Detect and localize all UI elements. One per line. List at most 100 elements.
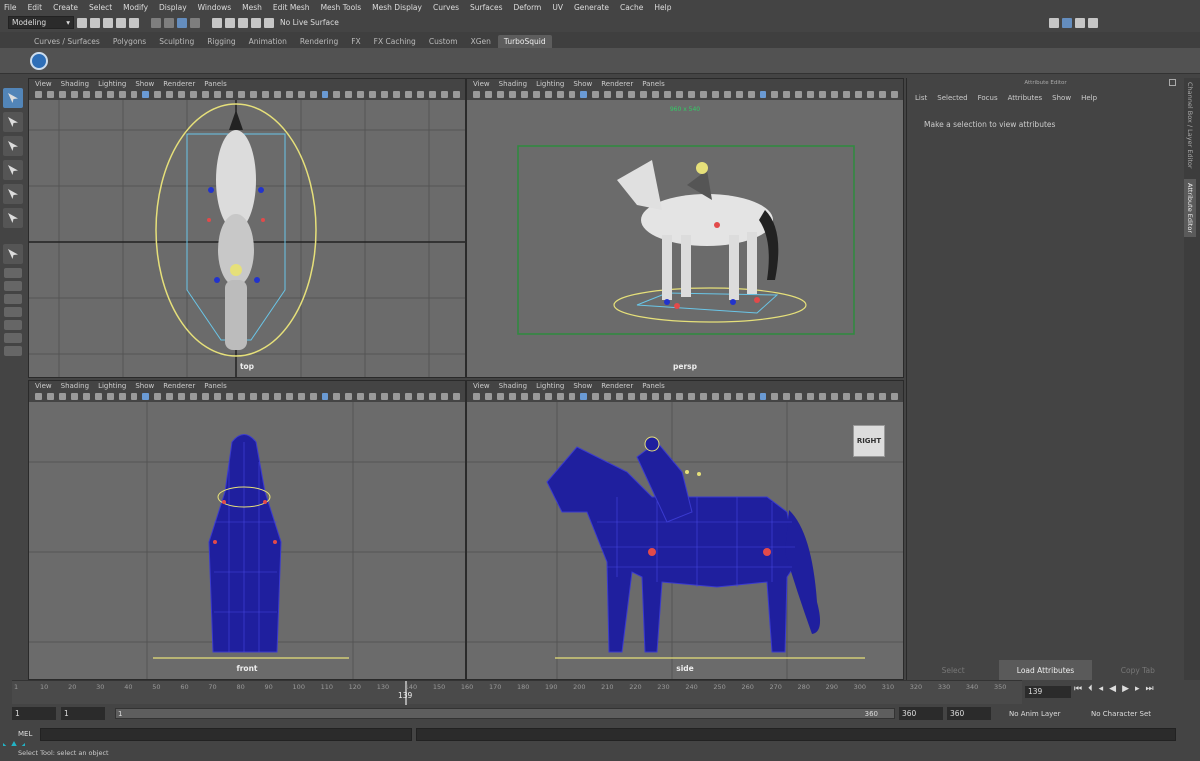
viewport-menu-item[interactable]: View <box>473 382 490 390</box>
viewport-tool-icon[interactable] <box>345 393 353 400</box>
menu-item[interactable]: Create <box>53 3 78 12</box>
viewport-tool-icon[interactable] <box>580 91 588 98</box>
viewport-tool-icon[interactable] <box>616 91 624 98</box>
viewport-tool-icon[interactable] <box>381 91 389 98</box>
viewport-front[interactable]: View Shading Lighting Show Renderer Panels fr… <box>28 380 466 680</box>
last-tool-icon[interactable] <box>3 244 23 264</box>
viewport-tool-icon[interactable] <box>452 91 460 98</box>
viewport-menu-item[interactable]: Lighting <box>98 382 126 390</box>
viewport-tool-icon[interactable] <box>580 393 588 400</box>
viewport-tool-icon[interactable] <box>273 91 281 98</box>
viewport-tool-icon[interactable] <box>333 393 341 400</box>
menu-item[interactable]: Curves <box>433 3 459 12</box>
viewport-tool-icon[interactable] <box>831 393 839 400</box>
viewport-tool-icon[interactable] <box>190 393 198 400</box>
viewport-canvas-top[interactable]: top <box>29 100 465 377</box>
viewport-tool-icon[interactable] <box>214 393 221 400</box>
viewport-tool-icon[interactable] <box>473 91 480 98</box>
menu-item[interactable]: Edit Mesh <box>273 3 310 12</box>
viewport-tool-icon[interactable] <box>142 91 150 98</box>
snap-view-plane-icon[interactable] <box>251 17 261 28</box>
viewport-tool-icon[interactable] <box>309 393 317 400</box>
viewport-tool-icon[interactable] <box>94 393 102 400</box>
viewport-tool-icon[interactable] <box>640 91 648 98</box>
viewport-tool-icon[interactable] <box>106 91 114 98</box>
viewport-tool-icon[interactable] <box>664 91 671 98</box>
viewport-tool-icon[interactable] <box>70 393 78 400</box>
viewport-tool-icon[interactable] <box>878 91 886 98</box>
menu-item[interactable]: File <box>4 3 17 12</box>
shelf-tab[interactable]: FX <box>345 35 366 48</box>
viewport-tool-icon[interactable] <box>309 91 317 98</box>
go-to-end-icon[interactable]: ⏭ <box>1146 684 1154 694</box>
end-time-field[interactable]: 360 <box>947 707 991 720</box>
viewport-tool-icon[interactable] <box>46 393 54 400</box>
viewport-tool-icon[interactable] <box>118 91 126 98</box>
tab-attribute-editor[interactable]: Attribute Editor <box>1184 178 1196 237</box>
select-object-icon[interactable] <box>164 17 174 28</box>
viewport-top[interactable]: View Shading Lighting Show Renderer Panels to… <box>28 78 466 378</box>
viewport-tool-icon[interactable] <box>357 91 365 98</box>
viewport-tool-icon[interactable] <box>866 91 874 98</box>
viewport-tool-icon[interactable] <box>532 393 540 400</box>
viewport-tool-icon[interactable] <box>202 91 210 98</box>
snap-grid-icon[interactable] <box>212 17 222 28</box>
viewport-tool-icon[interactable] <box>675 91 683 98</box>
viewport-menu-item[interactable]: Panels <box>204 80 227 88</box>
viewport-tool-icon[interactable] <box>795 393 803 400</box>
shelf-tab[interactable]: Rendering <box>294 35 344 48</box>
rotate-tool-icon[interactable] <box>3 184 23 204</box>
menu-item[interactable]: Edit <box>28 3 43 12</box>
viewport-tool-icon[interactable] <box>237 393 245 400</box>
viewport-tool-icon[interactable] <box>843 91 850 98</box>
select-tool-icon[interactable] <box>3 88 23 108</box>
attribute-menu-item[interactable]: Selected <box>937 94 967 102</box>
viewport-tool-icon[interactable] <box>484 91 492 98</box>
new-scene-icon[interactable] <box>77 17 87 28</box>
viewport-tool-icon[interactable] <box>759 91 767 98</box>
menu-item[interactable]: Display <box>159 3 187 12</box>
range-slider[interactable]: 1 360 <box>115 708 895 719</box>
shelf-tab[interactable]: Polygons <box>107 35 152 48</box>
viewport-tool-icon[interactable] <box>393 91 401 98</box>
attribute-menu-item[interactable]: Help <box>1081 94 1097 102</box>
layout-graph-icon[interactable] <box>4 320 22 330</box>
channel-box-icon[interactable] <box>1074 17 1085 28</box>
viewport-tool-icon[interactable] <box>604 393 612 400</box>
viewport-tool-icon[interactable] <box>687 393 695 400</box>
shelf-tab[interactable]: TurboSquid <box>497 35 552 48</box>
viewport-tool-icon[interactable] <box>130 393 138 400</box>
current-frame-field[interactable]: 139 <box>1025 686 1071 698</box>
viewport-tool-icon[interactable] <box>628 393 636 400</box>
shelf-tab[interactable]: XGen <box>465 35 497 48</box>
viewport-menu-item[interactable]: Shading <box>499 80 527 88</box>
viewport-tool-icon[interactable] <box>273 393 281 400</box>
viewcube-right[interactable]: RIGHT <box>853 425 885 457</box>
viewport-menu-item[interactable]: Show <box>135 80 154 88</box>
time-slider[interactable]: 139 1 10 20 30 40 50 60 70 80 90 100 110 120 130 140 15… <box>12 680 1022 705</box>
viewport-menu-item[interactable]: Renderer <box>163 382 195 390</box>
viewport-menu-item[interactable]: Lighting <box>536 80 564 88</box>
viewport-tool-icon[interactable] <box>496 393 504 400</box>
viewport-tool-icon[interactable] <box>452 393 460 400</box>
step-back-key-icon[interactable]: ⏴ <box>1088 684 1093 694</box>
viewport-menu-item[interactable]: Show <box>573 382 592 390</box>
viewport-tool-icon[interactable] <box>556 393 564 400</box>
viewport-tool-icon[interactable] <box>783 91 791 98</box>
viewport-tool-icon[interactable] <box>855 393 862 400</box>
shelf-tab[interactable]: Animation <box>243 35 293 48</box>
viewport-tool-icon[interactable] <box>214 91 221 98</box>
viewport-tool-icon[interactable] <box>568 393 576 400</box>
viewport-tool-icon[interactable] <box>520 393 528 400</box>
playback-end-field[interactable]: 360 <box>899 707 943 720</box>
layout-outliner-icon[interactable] <box>4 307 22 317</box>
viewport-tool-icon[interactable] <box>285 393 293 400</box>
viewport-tool-icon[interactable] <box>261 393 269 400</box>
viewport-tool-icon[interactable] <box>544 393 552 400</box>
viewport-menu-item[interactable]: Show <box>135 382 154 390</box>
select-component-icon[interactable] <box>177 17 187 28</box>
viewport-canvas-persp[interactable]: 960 x 540 persp <box>467 100 903 377</box>
viewport-tool-icon[interactable] <box>711 91 719 98</box>
viewport-tool-icon[interactable] <box>723 393 731 400</box>
shelf-tab[interactable]: Custom <box>423 35 464 48</box>
